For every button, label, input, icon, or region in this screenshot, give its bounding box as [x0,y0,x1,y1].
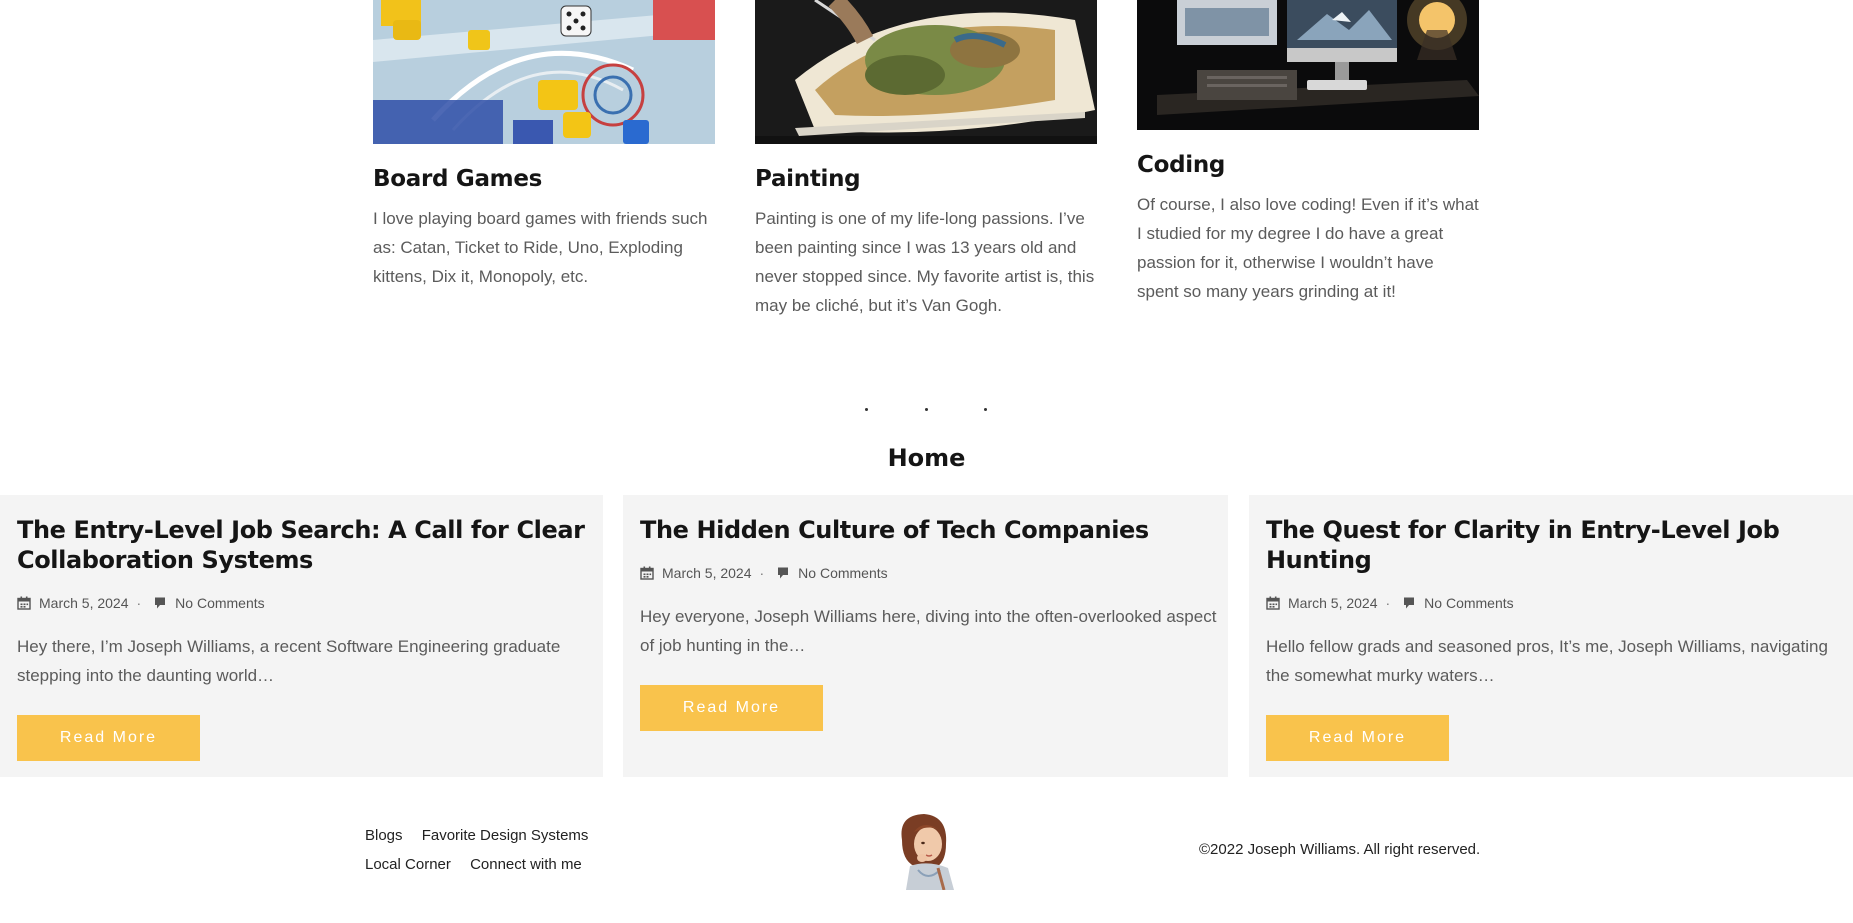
post-excerpt: Hey everyone, Joseph Williams here, divi… [640,607,1217,655]
post-date: March 5, 2024 [662,565,752,581]
hobby-coding: Coding Of course, I also love coding! Ev… [1137,0,1479,306]
calendar-icon [17,596,31,610]
carousel-dots [0,405,1853,415]
comment-icon [155,597,166,609]
site-logo-portrait[interactable] [888,810,962,891]
hobby-title: Board Games [373,166,543,192]
hobby-description: Painting is one of my life-long passions… [755,209,1095,315]
footer-link-connect-with-me[interactable]: Connect with me [470,854,582,876]
post-card: The Quest for Clarity in Entry-Level Job… [1249,495,1853,777]
hobby-title: Painting [755,166,861,192]
footer-link-blogs[interactable]: Blogs [365,825,403,847]
post-excerpt: Hello fellow grads and seasoned pros, It… [1266,637,1828,685]
post-comments[interactable]: No Comments [1424,595,1513,611]
post-date: March 5, 2024 [39,595,129,611]
post-comments[interactable]: No Comments [175,595,264,611]
post-title[interactable]: The Hidden Culture of Tech Companies [640,515,1228,545]
post-meta: March 5, 2024 · No Comments [1266,593,1853,613]
meta-separator: · [136,595,142,611]
post-title[interactable]: The Entry-Level Job Search: A Call for C… [17,515,603,575]
read-more-button[interactable]: Read More [1266,715,1449,761]
hobby-description: I love playing board games with friends … [373,209,708,286]
read-more-button[interactable]: Read More [17,715,200,761]
post-meta: March 5, 2024 · No Comments [17,593,603,613]
hobby-painting: Painting Painting is one of my life-long… [755,0,1097,320]
meta-separator: · [1385,595,1391,611]
section-title: Home [887,444,966,472]
post-comments[interactable]: No Comments [798,565,887,581]
post-meta: March 5, 2024 · No Comments [640,563,1228,583]
post-card: The Hidden Culture of Tech Companies Mar… [623,495,1228,777]
calendar-icon [1266,596,1280,610]
carousel-dot[interactable] [865,408,868,411]
painting-photo [755,0,1097,144]
coding-desk-photo [1137,0,1479,130]
post-title[interactable]: The Quest for Clarity in Entry-Level Job… [1266,515,1853,575]
board-games-photo [373,0,715,144]
post-excerpt: Hey there, I’m Joseph Williams, a recent… [17,637,561,685]
copyright-text: ©2022 Joseph Williams. All right reserve… [1199,841,1481,858]
meta-separator: · [759,565,765,581]
post-card: The Entry-Level Job Search: A Call for C… [0,495,603,777]
hobby-title: Coding [1137,152,1226,178]
carousel-dot[interactable] [925,408,928,411]
footer-nav: Blogs Favorite Design Systems Local Corn… [365,825,603,883]
hobby-description: Of course, I also love coding! Even if i… [1137,195,1479,301]
hobby-board-games: Board Games I love playing board games w… [373,0,715,291]
comment-icon [1404,597,1415,609]
carousel-dot[interactable] [984,408,987,411]
read-more-button[interactable]: Read More [640,685,823,731]
calendar-icon [640,566,654,580]
comment-icon [778,567,789,579]
post-date: March 5, 2024 [1288,595,1378,611]
hobbies-section: Board Games I love playing board games w… [0,0,1853,330]
footer-link-local-corner[interactable]: Local Corner [365,854,451,876]
footer-link-favorite-design-systems[interactable]: Favorite Design Systems [422,825,589,847]
